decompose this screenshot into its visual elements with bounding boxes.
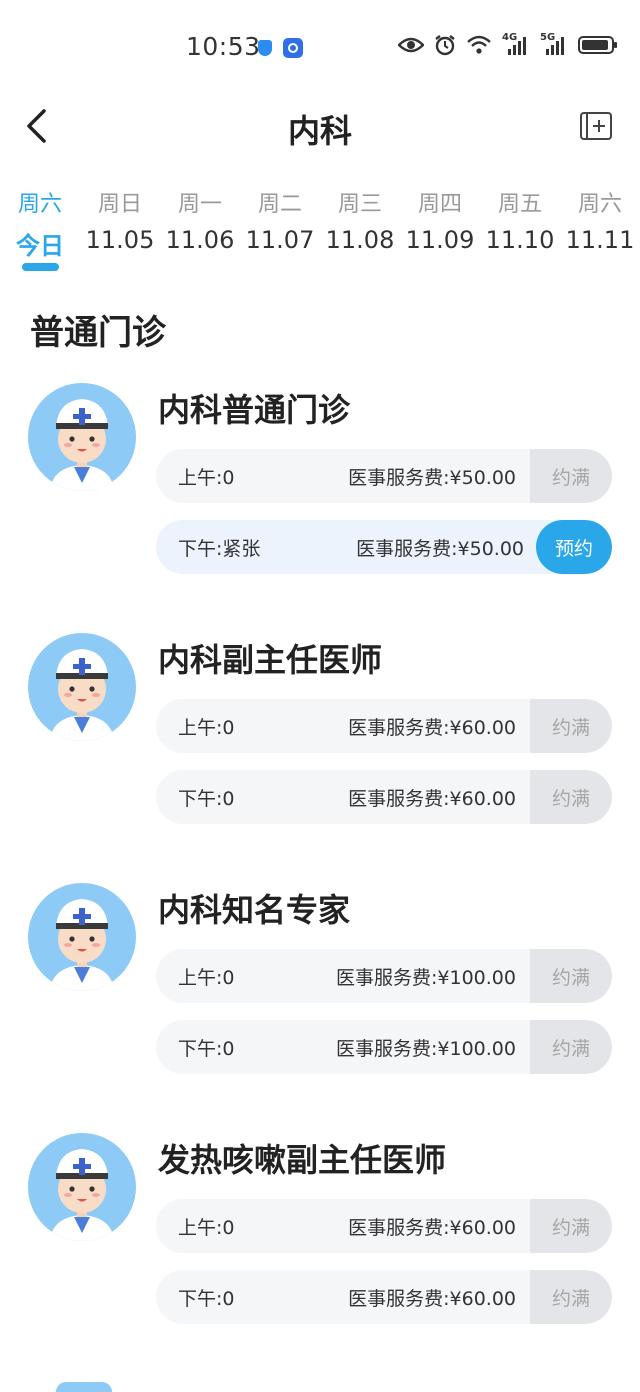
- doctor-avatar: [28, 383, 136, 491]
- full-button[interactable]: 约满: [530, 1199, 612, 1253]
- book-button[interactable]: 预约: [536, 520, 612, 574]
- slot-fee: 医事服务费:¥60.00: [348, 788, 516, 810]
- doctor-card: 发热咳嗽副主任医师 上午:0 医事服务费:¥60.00 约满 下午:0 医事服务…: [0, 1133, 640, 1353]
- slot-label: 下午:紧张: [178, 538, 261, 560]
- status-time: 10:53: [186, 32, 261, 61]
- slot-label: 上午:0: [178, 467, 235, 489]
- slot-fee: 医事服务费:¥50.00: [348, 467, 516, 489]
- date-tab-3[interactable]: 周二 11.07: [240, 186, 320, 254]
- date-tab-2[interactable]: 周一 11.06: [160, 186, 240, 254]
- app-icon: [283, 38, 303, 58]
- slot-fee: 医事服务费:¥60.00: [348, 1217, 516, 1239]
- date-weekday: 周三: [337, 192, 382, 217]
- eye-icon: [398, 37, 424, 53]
- date-tab-4[interactable]: 周三 11.08: [320, 186, 400, 254]
- morning-slot: 上午:0 医事服务费:¥100.00 约满: [156, 949, 612, 1003]
- doctor-avatar: [28, 633, 136, 741]
- wifi-icon: [467, 35, 491, 54]
- date-tab-5[interactable]: 周四 11.09: [400, 186, 480, 254]
- date-weekday: 周六: [17, 192, 62, 217]
- doctor-card: 内科普通门诊 上午:0 医事服务费:¥50.00 约满 下午:紧张 医事服务费:…: [0, 383, 640, 603]
- date-tab-1[interactable]: 周日 11.05: [80, 186, 160, 254]
- slot-label: 上午:0: [178, 967, 235, 989]
- 4g-signal-icon: 4G: [502, 32, 530, 56]
- next-doctor-avatar-peek: [56, 1382, 112, 1392]
- slot-label: 上午:0: [178, 717, 235, 739]
- date-tab-0[interactable]: 周六 今日: [0, 186, 80, 261]
- slot-label: 下午:0: [178, 1038, 235, 1060]
- doctor-avatar: [28, 1133, 136, 1241]
- doctor-name: 内科副主任医师: [158, 641, 383, 679]
- doctor-name: 内科普通门诊: [158, 391, 351, 429]
- doctor-name: 发热咳嗽副主任医师: [158, 1141, 447, 1179]
- full-button[interactable]: 约满: [530, 770, 612, 824]
- full-button[interactable]: 约满: [530, 949, 612, 1003]
- doctor-avatar: [28, 883, 136, 991]
- section-title: 普通门诊: [30, 313, 166, 353]
- doctor-card: 内科副主任医师 上午:0 医事服务费:¥60.00 约满 下午:0 医事服务费:…: [0, 633, 640, 853]
- date-day: 11.09: [405, 226, 475, 254]
- doctor-card: 内科知名专家 上午:0 医事服务费:¥100.00 约满 下午:0 医事服务费:…: [0, 883, 640, 1103]
- date-selector: 周六 今日 周日 11.05 周一 11.06 周二 11.07 周三 11.0…: [0, 186, 640, 276]
- date-day: 11.08: [325, 226, 395, 254]
- full-button[interactable]: 约满: [530, 1020, 612, 1074]
- 5g-signal-icon: 5G: [540, 32, 568, 56]
- status-bar: 10:53 4G 5G: [0, 0, 640, 95]
- date-day: 11.06: [165, 226, 235, 254]
- date-day: 11.10: [485, 226, 555, 254]
- shield-icon: [258, 40, 272, 56]
- morning-slot: 上午:0 医事服务费:¥60.00 约满: [156, 699, 612, 753]
- slot-label: 上午:0: [178, 1217, 235, 1239]
- page-title: 内科: [287, 112, 352, 150]
- date-weekday: 周四: [417, 192, 462, 217]
- add-calendar-icon[interactable]: [578, 110, 614, 142]
- afternoon-slot: 下午:0 医事服务费:¥60.00 约满: [156, 770, 612, 824]
- battery-icon: [578, 36, 617, 54]
- doctor-name: 内科知名专家: [158, 891, 351, 929]
- full-button[interactable]: 约满: [530, 1270, 612, 1324]
- slot-label: 下午:0: [178, 1288, 235, 1310]
- morning-slot: 上午:0 医事服务费:¥60.00 约满: [156, 1199, 612, 1253]
- date-weekday: 周六: [577, 192, 622, 217]
- slot-fee: 医事服务费:¥60.00: [348, 1288, 516, 1310]
- alarm-icon: [435, 35, 455, 56]
- doctor-icon: [50, 649, 114, 741]
- date-weekday: 周日: [97, 192, 142, 217]
- doctor-icon: [50, 399, 114, 491]
- afternoon-slot: 下午:0 医事服务费:¥100.00 约满: [156, 1020, 612, 1074]
- morning-slot: 上午:0 医事服务费:¥50.00 约满: [156, 449, 612, 503]
- date-day: 11.05: [85, 226, 155, 254]
- date-weekday: 周五: [497, 192, 542, 217]
- full-button[interactable]: 约满: [530, 449, 612, 503]
- slot-label: 下午:0: [178, 788, 235, 810]
- afternoon-slot: 下午:紧张 医事服务费:¥50.00 预约: [156, 520, 612, 574]
- slot-fee: 医事服务费:¥100.00: [336, 967, 516, 989]
- date-day: 今日: [16, 232, 64, 260]
- full-button[interactable]: 约满: [530, 699, 612, 753]
- slot-fee: 医事服务费:¥60.00: [348, 717, 516, 739]
- slot-fee: 医事服务费:¥100.00: [336, 1038, 516, 1060]
- doctor-icon: [50, 899, 114, 991]
- doctor-icon: [50, 1149, 114, 1241]
- active-date-indicator: [22, 263, 59, 271]
- date-day: 11.11: [565, 226, 635, 254]
- date-tab-7[interactable]: 周六 11.11: [560, 186, 640, 254]
- date-tab-6[interactable]: 周五 11.10: [480, 186, 560, 254]
- afternoon-slot: 下午:0 医事服务费:¥60.00 约满: [156, 1270, 612, 1324]
- date-weekday: 周一: [177, 192, 222, 217]
- date-day: 11.07: [245, 226, 315, 254]
- date-weekday: 周二: [257, 192, 302, 217]
- slot-fee: 医事服务费:¥50.00: [356, 538, 524, 560]
